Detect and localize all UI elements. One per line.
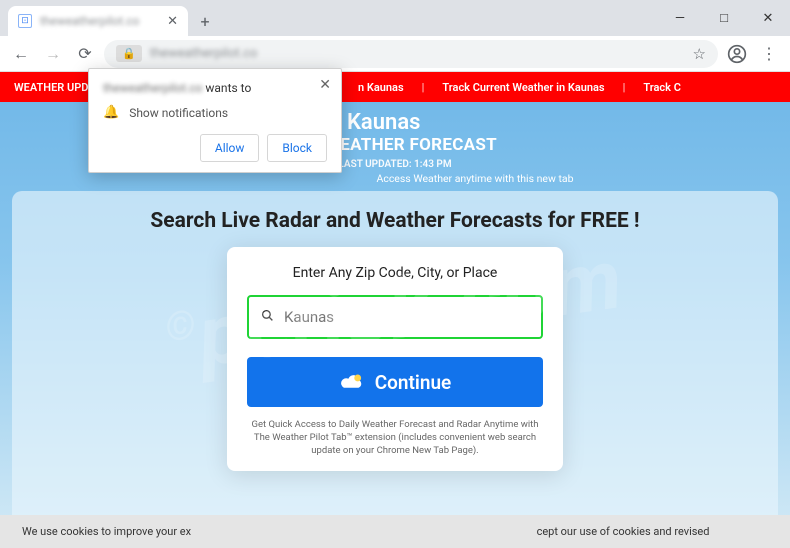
window-controls: — □ ✕ — [658, 0, 790, 36]
profile-icon[interactable] — [724, 41, 750, 67]
bell-icon: 🔔 — [103, 105, 119, 120]
notif-site: theweatherpilot.co — [103, 81, 202, 95]
notification-popup: ✕ theweatherpilot.co wants to 🔔 Show not… — [88, 68, 342, 173]
browser-tab[interactable]: ⊡ theweatherpilot.co ✕ — [8, 6, 188, 36]
allow-button[interactable]: Allow — [200, 134, 260, 162]
notif-line2: 🔔 Show notifications — [103, 105, 327, 120]
lock-icon: 🔒 — [116, 45, 142, 62]
forecast-label: WEATHER FORECAST — [325, 135, 497, 155]
search-icon — [261, 309, 274, 326]
close-icon[interactable]: ✕ — [319, 77, 331, 93]
continue-button[interactable]: Continue — [247, 357, 543, 407]
bookmark-star-icon[interactable]: ☆ — [693, 45, 706, 63]
window-maximize-button[interactable]: □ — [702, 0, 746, 36]
browser-toolbar: ← → ⟳ 🔒 theweatherpilot.co ☆ ⋮ — [0, 36, 790, 72]
notif-buttons: Allow Block — [103, 134, 327, 162]
redbar-item: Track Current Weather in Kaunas — [442, 81, 604, 94]
panel-heading: Search Live Radar and Weather Forecasts … — [12, 209, 778, 233]
reload-button[interactable]: ⟳ — [72, 41, 98, 67]
cookie-text-right: cept our use of cookies and revised — [537, 525, 710, 538]
cookie-text-left: We use cookies to improve your ex — [22, 525, 191, 538]
url-text: theweatherpilot.co — [150, 46, 693, 61]
cloud-icon — [339, 372, 365, 392]
search-panel: Search Live Radar and Weather Forecasts … — [12, 191, 778, 531]
tab-close-icon[interactable]: ✕ — [167, 14, 178, 29]
notif-wants: wants to — [205, 81, 251, 95]
tab-favicon: ⊡ — [18, 14, 32, 28]
cookie-banner: We use cookies to improve your ex cept o… — [0, 515, 790, 548]
zip-input-value: Kaunas — [284, 308, 334, 326]
notif-show: Show notifications — [129, 106, 228, 120]
search-card: Enter Any Zip Code, City, or Place Kauna… — [227, 247, 563, 471]
card-disclaimer: Get Quick Access to Daily Weather Foreca… — [247, 419, 543, 457]
address-bar[interactable]: 🔒 theweatherpilot.co ☆ — [104, 40, 718, 68]
notif-line1: theweatherpilot.co wants to — [103, 81, 327, 95]
card-prompt: Enter Any Zip Code, City, or Place — [247, 265, 543, 281]
titlebar: ⊡ theweatherpilot.co ✕ + — □ ✕ — [0, 0, 790, 36]
city-name: s, Kaunas — [325, 110, 497, 135]
forward-button[interactable]: → — [40, 41, 66, 67]
redbar-item: Track C — [643, 81, 681, 94]
new-tab-button[interactable]: + — [192, 8, 218, 34]
zip-input[interactable]: Kaunas — [247, 295, 543, 339]
window-close-button[interactable]: ✕ — [746, 0, 790, 36]
tab-title: theweatherpilot.co — [40, 14, 167, 28]
block-button[interactable]: Block — [267, 134, 327, 162]
window-minimize-button[interactable]: — — [658, 0, 702, 36]
continue-label: Continue — [375, 371, 452, 394]
access-text: Access Weather anytime with this new tab — [160, 172, 790, 185]
back-button[interactable]: ← — [8, 41, 34, 67]
redbar-item: n Kaunas — [358, 81, 404, 94]
menu-icon[interactable]: ⋮ — [756, 41, 782, 67]
